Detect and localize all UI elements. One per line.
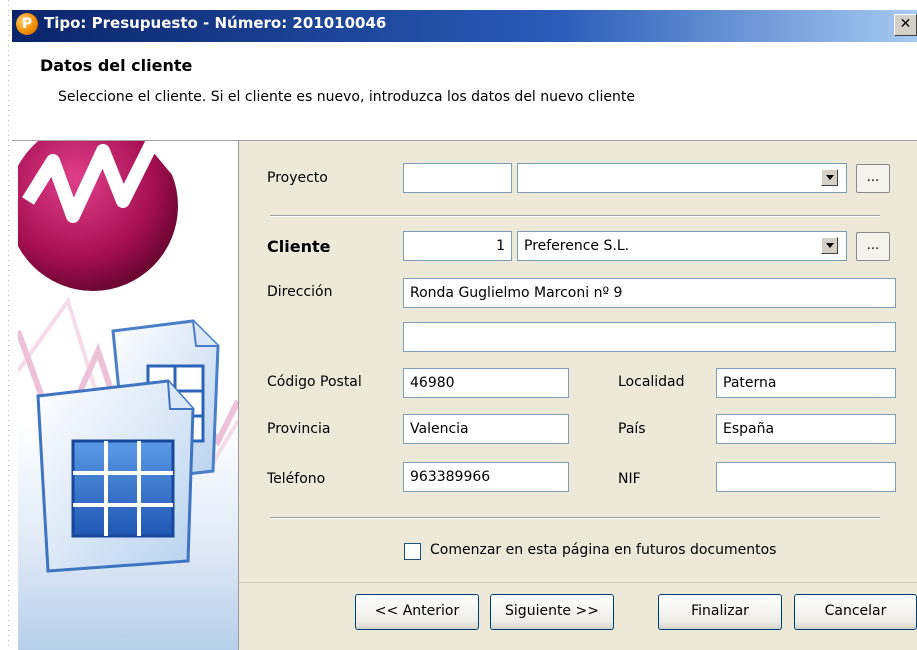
provincia-field[interactable]: Valencia <box>403 414 569 444</box>
codigo-postal-label: Código Postal <box>267 374 362 390</box>
codigo-postal-field[interactable]: 46980 <box>403 368 569 398</box>
side-illustration <box>18 141 238 650</box>
proyecto-select[interactable] <box>517 163 847 193</box>
form-panel <box>238 141 917 582</box>
cliente-code-field[interactable]: 1 <box>403 231 512 261</box>
cliente-label: Cliente <box>267 237 331 256</box>
window-title: Tipo: Presupuesto - Número: 201010046 <box>44 14 387 32</box>
telefono-label: Teléfono <box>267 471 326 487</box>
page-title: Datos del cliente <box>40 56 193 75</box>
direccion-line1-field[interactable]: Ronda Guglielmo Marconi nº 9 <box>403 278 896 308</box>
close-icon: ✕ <box>899 16 912 32</box>
cancel-button[interactable]: Cancelar <box>794 594 917 630</box>
cliente-select[interactable]: Preference S.L. <box>517 231 847 261</box>
close-button[interactable]: ✕ <box>894 14 917 36</box>
app-logo-icon: P <box>16 13 38 35</box>
start-page-checkbox[interactable] <box>404 543 421 560</box>
next-button[interactable]: Siguiente >> <box>490 594 614 630</box>
pais-label: País <box>618 421 646 437</box>
nif-field[interactable] <box>716 462 896 492</box>
separator-bottom <box>270 517 880 519</box>
left-edge-border <box>0 0 12 650</box>
provincia-label: Provincia <box>267 421 331 437</box>
proyecto-label: Proyecto <box>267 170 328 186</box>
finish-button[interactable]: Finalizar <box>658 594 782 630</box>
nif-label: NIF <box>618 471 641 487</box>
pais-field[interactable]: España <box>716 414 896 444</box>
telefono-field[interactable]: 963389966 <box>403 462 569 492</box>
direccion-line2-field[interactable] <box>403 322 896 352</box>
cliente-dropdown-arrow-icon[interactable] <box>821 237 838 254</box>
localidad-field[interactable]: Paterna <box>716 368 896 398</box>
separator-top <box>270 215 880 217</box>
start-page-checkbox-label[interactable]: Comenzar en esta página en futuros docum… <box>430 542 776 558</box>
localidad-label: Localidad <box>618 374 685 390</box>
page-subtitle: Seleccione el cliente. Si el cliente es … <box>58 89 636 105</box>
direccion-label: Dirección <box>267 284 333 300</box>
proyecto-browse-button[interactable]: ... <box>856 164 890 193</box>
proyecto-dropdown-arrow-icon[interactable] <box>821 169 838 186</box>
proyecto-code-field[interactable] <box>403 163 512 193</box>
cliente-browse-button[interactable]: ... <box>856 232 890 261</box>
documents-illustration-icon <box>18 141 238 573</box>
back-button[interactable]: << Anterior <box>355 594 479 630</box>
